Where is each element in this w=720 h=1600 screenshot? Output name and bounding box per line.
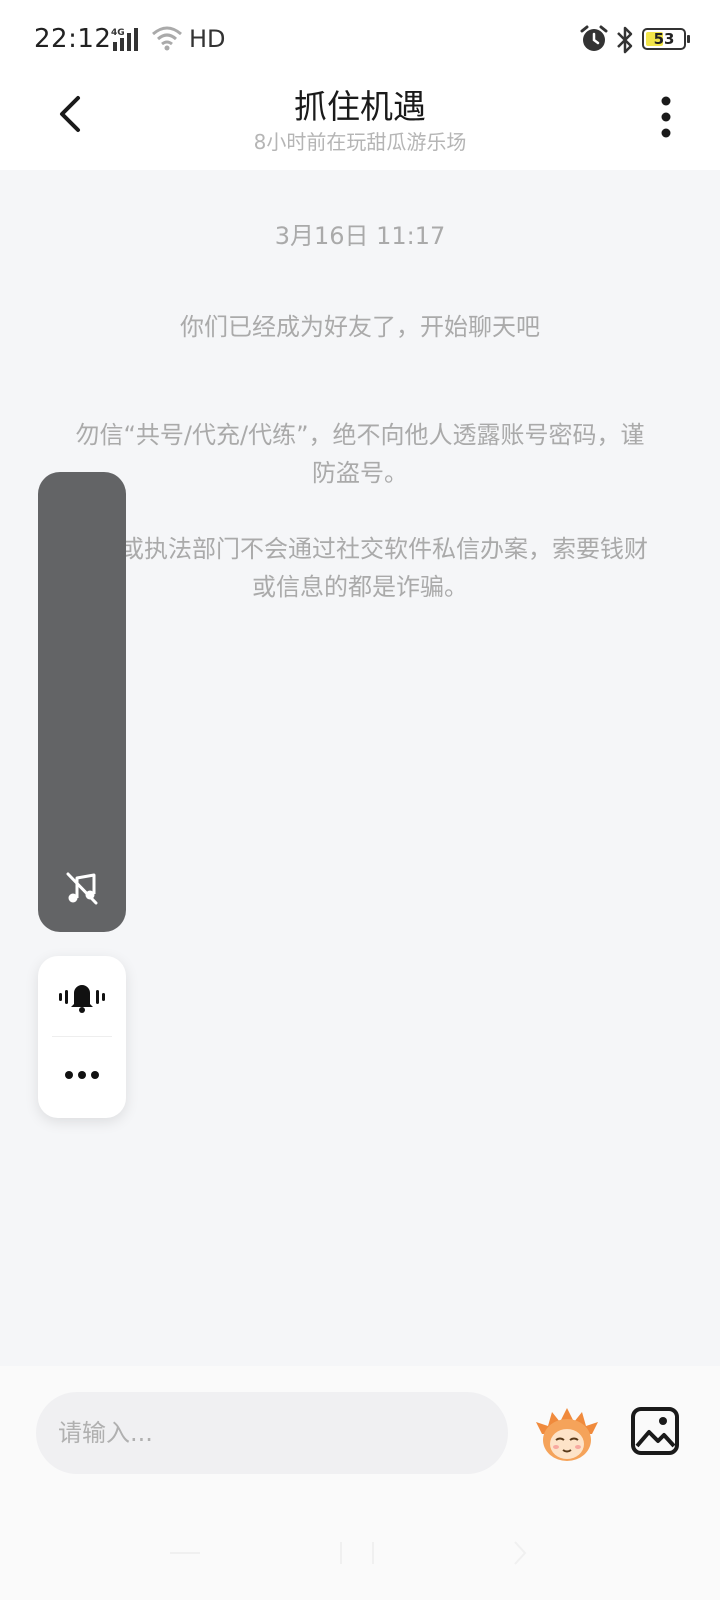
bell-ring-icon [59, 985, 105, 1013]
battery-level: 53 [653, 30, 675, 48]
hd-indicator: HD [189, 25, 226, 53]
page-title: 抓住机遇 [294, 87, 426, 126]
tool-panel [38, 956, 126, 1118]
battery-nub [687, 35, 690, 43]
system-navigation-bar [170, 1541, 527, 1565]
system-message-security-warning: 勿信“共号/代充/代练”，绝不向他人透露账号密码，谨防盗号。 [75, 421, 645, 487]
notification-button[interactable] [38, 956, 126, 1036]
more-vertical-icon[interactable] [656, 96, 676, 138]
music-panel[interactable] [38, 472, 126, 932]
system-message-fraud-warning: 官方或执法部门不会通过社交软件私信办案，索要钱财或信息的都是诈骗。 [72, 535, 648, 601]
chat-header: 抓住机遇 8小时前在玩甜瓜游乐场 [0, 78, 720, 170]
wifi-icon [152, 26, 182, 51]
network-label: 4G [111, 28, 125, 38]
chat-timestamp: 3月16日 11:17 [274, 222, 446, 250]
cellular-signal-icon: 4G [111, 28, 138, 51]
battery-indicator: 53 [642, 28, 690, 50]
page-subtitle: 8小时前在玩甜瓜游乐场 [253, 130, 467, 154]
status-bar: 22:12 4G HD 53 [0, 0, 720, 78]
status-time: 22:12 [34, 24, 112, 54]
emoji-character-icon[interactable] [534, 1404, 600, 1464]
input-bar [0, 1366, 720, 1600]
more-options-button[interactable] [38, 1037, 126, 1117]
alarm-clock-icon [580, 25, 608, 51]
more-horizontal-icon [65, 1071, 99, 1079]
bluetooth-icon [617, 26, 633, 54]
image-icon[interactable] [630, 1406, 680, 1456]
music-off-icon[interactable] [64, 870, 100, 906]
message-input[interactable] [36, 1392, 508, 1474]
system-message-friend-added: 你们已经成为好友了，开始聊天吧 [180, 313, 540, 341]
